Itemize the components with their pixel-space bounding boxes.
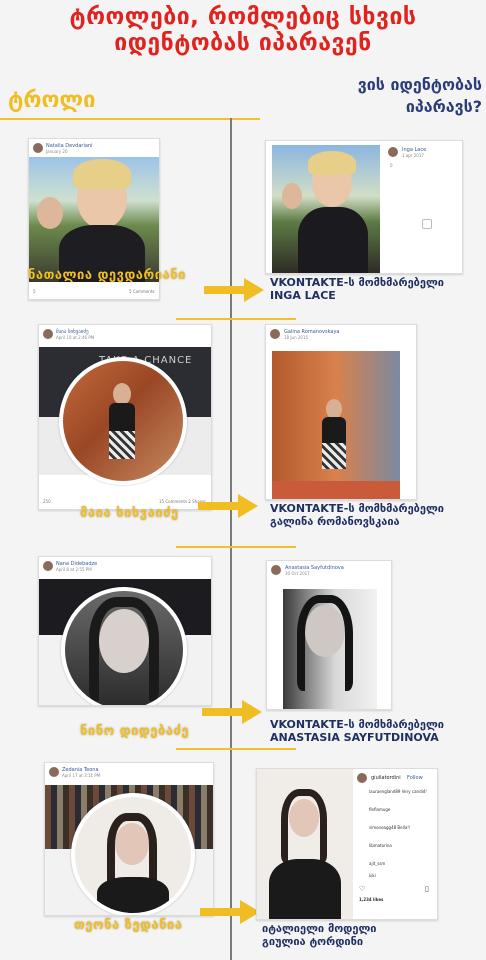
victim-profile-card: Anastasia Sayfutdinova 30 Oct 2017 [266,560,392,710]
heart-icon[interactable]: ♡ [359,885,365,893]
victim-profile-card: Galina Romanovskaya 18 Jun 2015 [265,324,417,500]
row-divider [176,748,296,750]
victim-caption-line2: ANASTASIA SAYFUTDINOVA [270,731,439,744]
troll-name-caption: ნინო დიდებაძე [80,724,190,739]
profile-date: 18 Jun 2015 [284,335,309,340]
victim-caption-line2: გალინა რომანოვსკაია [270,515,400,528]
arrow-icon [200,900,260,924]
troll-post-card: Nana Didebadze April 8 at 2:55 PM [38,556,212,706]
comment: kiki [369,873,376,878]
victim-column-label: ვის იდენტობას იპარავს? [357,75,482,116]
comment: fleflamuge [369,807,391,812]
arrow-icon [198,494,258,518]
arrow-icon [204,278,264,302]
lock-icon [422,219,432,229]
profile-photo [272,145,380,273]
center-divider [230,118,232,960]
avatar [49,767,59,777]
comment: simoneagg48 Bella!! [369,825,411,830]
follow-button[interactable]: Follow [407,775,423,781]
victim-caption: იტალიელი მოდელი გიულია ტორდინი [262,922,376,948]
avatar [43,329,53,339]
victim-profile-card: giuliatordini Follow lauraengland89 Very… [256,768,438,920]
bookmark-icon[interactable]: ▯ [425,885,429,893]
victim-profile-card: Inga Lace 1 apr 2017 0 [265,140,463,274]
victim-caption: VKONTAKTE-ს მომხმარებელი გალინა რომანოვს… [270,502,444,528]
header-divider [0,118,260,120]
troll-name-caption: თეონა ზედანია [74,918,183,933]
post-date: January 20 [46,149,68,154]
victim-caption-line2: INGA LACE [270,289,336,302]
post-photo [29,157,159,282]
avatar [270,329,280,339]
troll-post-card: მაია სიხვაიძე April 10 at 2:46 PM TAKE A… [38,324,212,510]
comment: ajit_ssm [369,861,386,866]
victim-caption: VKONTAKTE-ს მომხმარებელი INGA LACE [270,276,444,302]
profile-date: 1 apr 2017 [402,153,424,158]
comment: lauraengland89 Very candid! [369,789,427,794]
like-counter: 0 [390,163,393,168]
profile-name[interactable]: giuliatordini [371,775,401,781]
troll-column-label: ტროლი [8,88,96,113]
avatar [33,143,43,153]
profile-picture [71,793,195,915]
profile-photo [283,589,377,709]
row-divider [176,546,296,548]
victim-caption-line1: VKONTAKTE-ს მომხმარებელი [270,718,444,731]
victim-caption-line2: გიულია ტორდინი [262,935,364,948]
profile-photo [272,351,400,499]
avatar [388,147,398,157]
row-divider [176,318,296,320]
profile-picture [61,587,187,705]
comments-count[interactable]: 5 Comments [129,289,155,294]
reactions-count: 5 [33,289,36,294]
post-date: April 17 at 3:11 PM [62,773,101,778]
page-title: ტროლები, რომლებიც სხვის იდენტობას იპარავ… [69,4,417,56]
comment: libmatorina [369,843,392,848]
troll-name-caption: მაია სიხვაიძე [80,506,179,521]
avatar [43,561,53,571]
profile-picture [59,357,187,485]
victim-caption-line1: VKONTAKTE-ს მომხმარებელი [270,276,444,289]
post-date: April 8 at 2:55 PM [56,567,92,572]
post-date: April 10 at 2:46 PM [56,335,95,340]
likes-count: 1,234 likes [359,897,384,902]
profile-date: 30 Oct 2017 [285,571,310,576]
victim-caption-line1: იტალიელი მოდელი [262,922,377,935]
avatar [357,773,367,783]
troll-name-caption: ნათალია დევდარიანი [28,268,186,283]
troll-post-card: Zedania Teona April 17 at 3:11 PM [44,762,214,916]
avatar [271,565,281,575]
victim-caption-line1: VKONTAKTE-ს მომხმარებელი [270,502,444,515]
reactions-count: 250 [43,499,51,504]
arrow-icon [202,700,262,724]
profile-photo [257,769,353,919]
victim-caption: VKONTAKTE-ს მომხმარებელი ANASTASIA SAYFU… [270,718,444,744]
